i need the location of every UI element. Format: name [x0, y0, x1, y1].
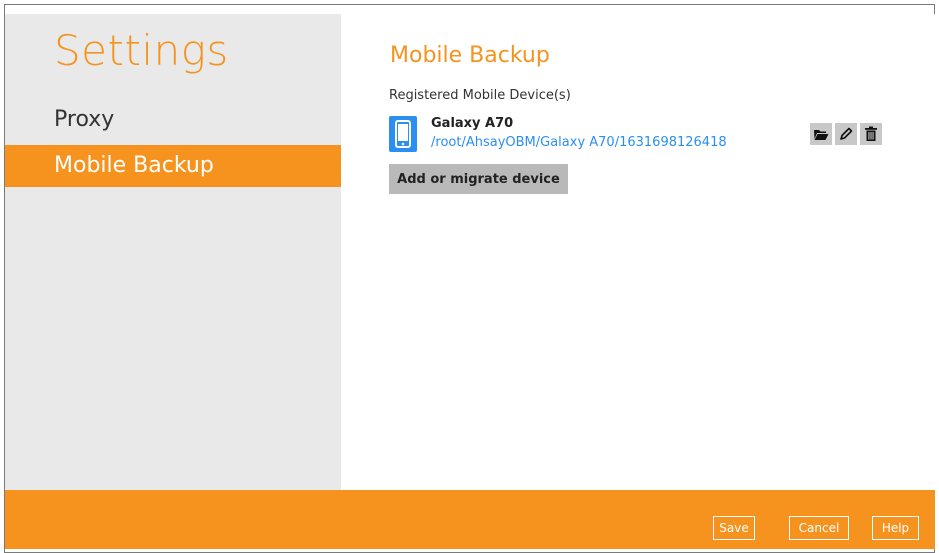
settings-content: Mobile Backup Registered Mobile Device(s…	[341, 14, 935, 490]
add-or-migrate-device-button[interactable]: Add or migrate device	[389, 164, 568, 194]
footer-bar: Save Cancel Help	[5, 490, 935, 549]
smartphone-icon	[389, 116, 417, 152]
settings-sidebar: Settings Proxy Mobile Backup	[5, 14, 341, 490]
folder-open-icon[interactable]	[810, 123, 832, 145]
device-name: Galaxy A70	[431, 116, 514, 131]
sidebar-item-proxy[interactable]: Proxy	[5, 99, 341, 141]
section-label: Registered Mobile Device(s)	[389, 88, 571, 103]
device-actions	[810, 123, 882, 145]
sidebar-item-mobile-backup[interactable]: Mobile Backup	[5, 145, 341, 187]
sidebar-title: Settings	[54, 26, 229, 75]
cancel-button[interactable]: Cancel	[789, 516, 849, 540]
help-button[interactable]: Help	[872, 516, 919, 540]
pencil-icon[interactable]	[835, 123, 857, 145]
page-title: Mobile Backup	[390, 43, 550, 68]
trash-icon[interactable]	[860, 123, 882, 145]
device-path-link[interactable]: /root/AhsayOBM/Galaxy A70/1631698126418	[431, 135, 727, 150]
save-button[interactable]: Save	[713, 516, 755, 540]
